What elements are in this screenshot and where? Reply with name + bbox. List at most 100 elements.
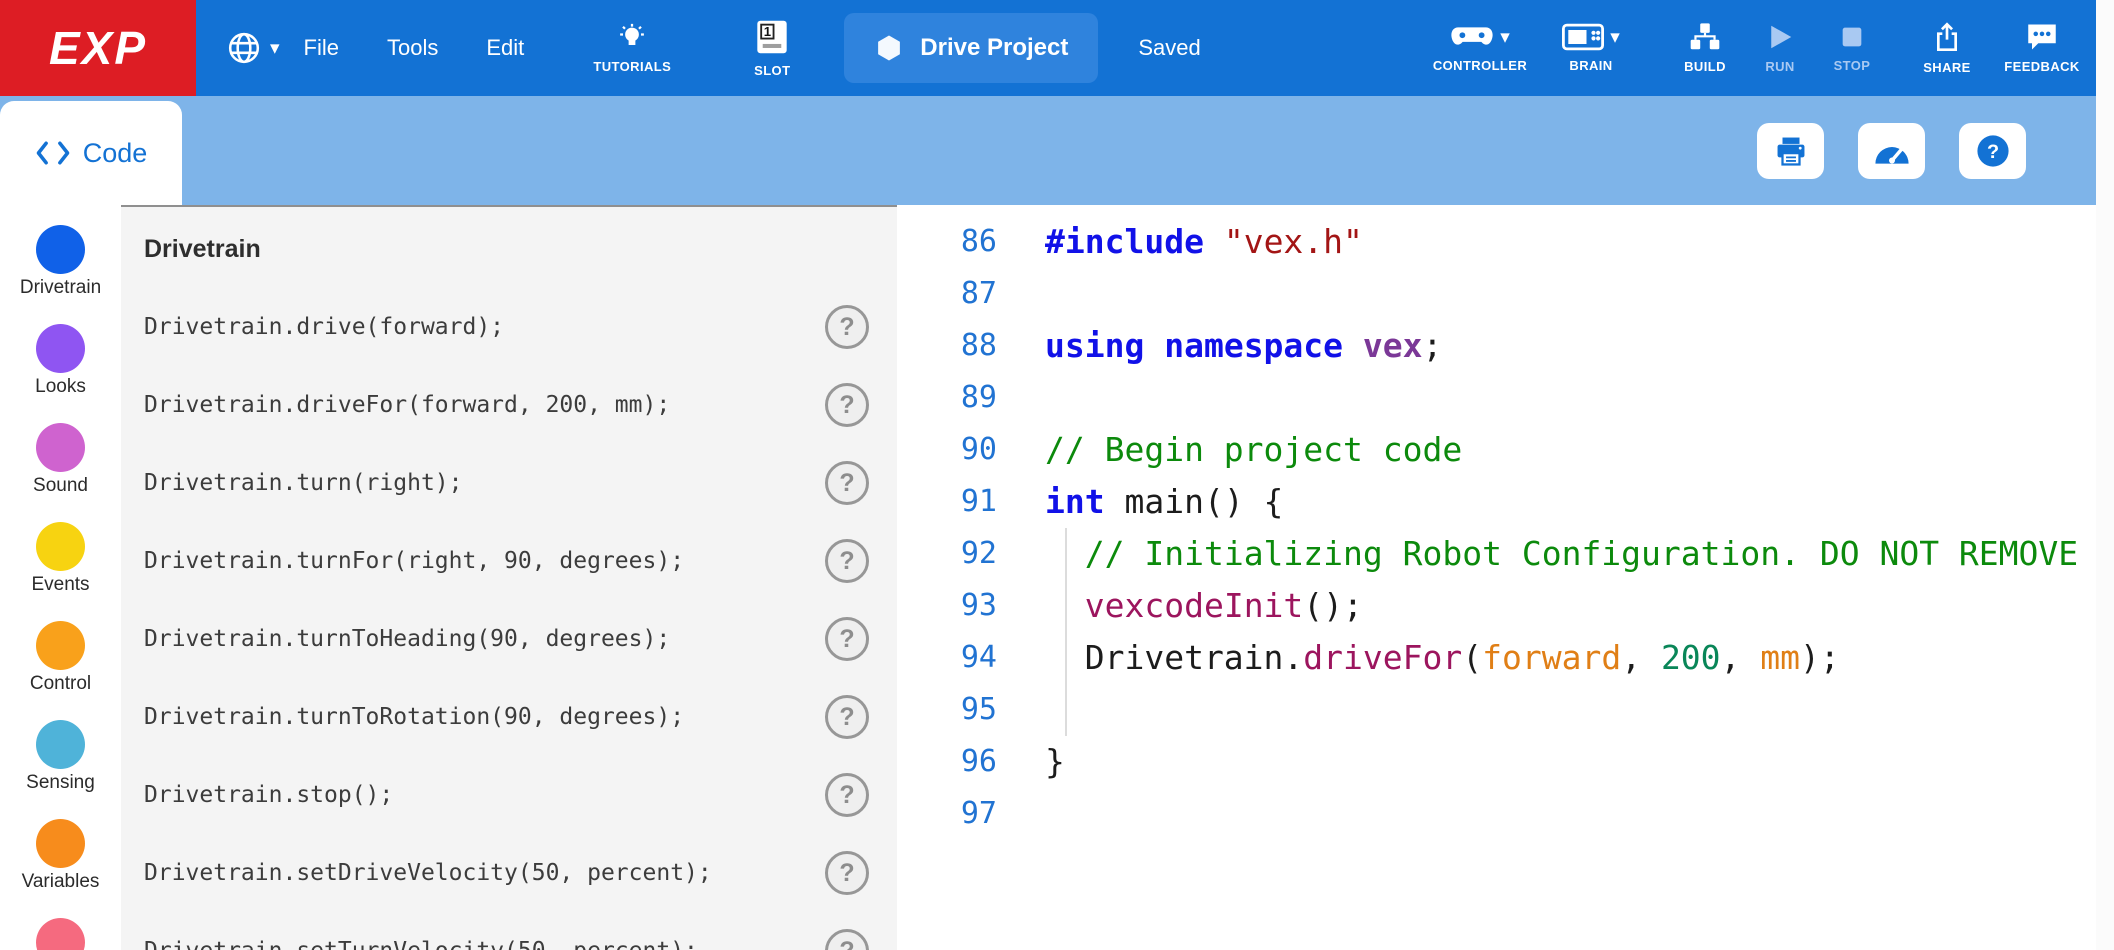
tab-code[interactable]: Code (0, 101, 182, 205)
command-help-icon: ? (839, 937, 854, 950)
command-text[interactable]: Drivetrain.driveFor(forward, 200, mm); (144, 392, 670, 418)
code-line: 87 (897, 268, 2114, 320)
tutorials-label: TUTORIALS (593, 59, 671, 74)
code-tab-icon (35, 139, 71, 167)
command-help-button[interactable]: ? (825, 929, 869, 950)
indent-guide (1065, 528, 1067, 736)
brain-button[interactable]: ▾ BRAIN (1548, 0, 1634, 96)
scrollbar-gutter[interactable] (2096, 0, 2114, 950)
tab-actions: ? (1757, 96, 2114, 205)
slot-icon: 1 (755, 18, 789, 56)
save-status: Saved (1138, 35, 1200, 61)
line-number: 90 (897, 424, 997, 476)
globe-icon (226, 30, 262, 66)
run-button[interactable]: RUN (1748, 0, 1812, 96)
command-help-icon: ? (839, 859, 854, 888)
code-editor[interactable]: 86 #include "vex.h" 87 88 using namespac… (897, 205, 2114, 950)
palette-category[interactable]: Sound (33, 423, 88, 497)
category-color-dot[interactable] (36, 225, 85, 274)
command-help-button[interactable]: ? (825, 539, 869, 583)
line-number: 87 (897, 268, 997, 320)
palette-category[interactable]: Sensing (26, 720, 95, 794)
menu-bar: File Tools Edit (280, 35, 549, 61)
category-color-dot[interactable] (36, 423, 85, 472)
palette-category[interactable] (36, 918, 85, 950)
line-number: 88 (897, 320, 997, 372)
exp-logo: EXP (0, 0, 196, 96)
code-line: 88 using namespace vex; (897, 320, 2114, 372)
code-text (997, 788, 1045, 840)
command-help-button[interactable]: ? (825, 851, 869, 895)
project-name-button[interactable]: Drive Project (844, 13, 1098, 83)
palette-category[interactable]: Control (30, 621, 91, 695)
command-text[interactable]: Drivetrain.drive(forward); (144, 314, 504, 340)
line-number: 86 (897, 216, 997, 268)
menu-edit[interactable]: Edit (462, 35, 548, 61)
category-label: Events (31, 574, 89, 596)
brain-icon (1562, 23, 1604, 51)
palette-category[interactable]: Events (31, 522, 89, 596)
tutorials-button[interactable]: TUTORIALS (576, 0, 688, 96)
command-text[interactable]: Drivetrain.turn(right); (144, 470, 463, 496)
command-list: Drivetrain.drive(forward); ? Drivetrain.… (144, 288, 897, 950)
code-line: 90 // Begin project code (897, 424, 2114, 476)
command-help-icon: ? (839, 547, 854, 576)
line-number: 95 (897, 684, 997, 736)
category-label: Variables (22, 871, 100, 893)
category-color-dot[interactable] (36, 819, 85, 868)
code-text: vexcodeInit(); (997, 580, 1363, 632)
slot-button[interactable]: 1 SLOT (740, 0, 804, 96)
code-line: 97 (897, 788, 2114, 840)
slot-label: SLOT (754, 63, 790, 78)
command-help-button[interactable]: ? (825, 383, 869, 427)
category-color-dot[interactable] (36, 621, 85, 670)
command-text[interactable]: Drivetrain.turnToRotation(90, degrees); (144, 704, 684, 730)
code-line: 92 // Initializing Robot Configuration. … (897, 528, 2114, 580)
code-line: 94 Drivetrain.driveFor(forward, 200, mm)… (897, 632, 2114, 684)
help-button[interactable]: ? (1959, 123, 2026, 179)
palette-category[interactable]: Looks (35, 324, 86, 398)
code-text: #include "vex.h" (997, 216, 1363, 268)
menu-tools[interactable]: Tools (363, 35, 462, 61)
command-text[interactable]: Drivetrain.turnFor(right, 90, degrees); (144, 548, 684, 574)
category-color-dot[interactable] (36, 918, 85, 950)
command-help-button[interactable]: ? (825, 461, 869, 505)
palette: Drivetrain Looks Sound Events Control Se… (0, 205, 121, 950)
command-help-button[interactable]: ? (825, 695, 869, 739)
printer-icon (1773, 134, 1809, 168)
menu-file[interactable]: File (280, 35, 363, 61)
language-selector[interactable]: ▾ (226, 30, 280, 66)
command-text[interactable]: Drivetrain.turnToHeading(90, degrees); (144, 626, 670, 652)
palette-category[interactable]: Variables (22, 819, 100, 893)
command-help-icon: ? (839, 703, 854, 732)
command-help-icon: ? (839, 391, 854, 420)
category-color-dot[interactable] (36, 324, 85, 373)
command-help-icon: ? (839, 313, 854, 342)
feedback-icon (2025, 22, 2059, 52)
command-help-button[interactable]: ? (825, 305, 869, 349)
palette-category[interactable]: Drivetrain (20, 225, 101, 299)
category-label: Drivetrain (20, 277, 101, 299)
command-help-button[interactable]: ? (825, 617, 869, 661)
share-button[interactable]: SHARE (1910, 0, 1984, 96)
controller-button[interactable]: ▾ CONTROLLER (1424, 0, 1536, 96)
stop-button[interactable]: STOP (1820, 0, 1884, 96)
category-color-dot[interactable] (36, 720, 85, 769)
svg-text:?: ? (1986, 141, 1998, 163)
command-text[interactable]: Drivetrain.setTurnVelocity(50, percent); (144, 938, 698, 950)
command-text[interactable]: Drivetrain.setDriveVelocity(50, percent)… (144, 860, 712, 886)
line-number: 94 (897, 632, 997, 684)
category-label: Sound (33, 475, 88, 497)
share-label: SHARE (1923, 60, 1971, 75)
command-help-button[interactable]: ? (825, 773, 869, 817)
command-row: Drivetrain.drive(forward); ? (144, 288, 897, 366)
feedback-button[interactable]: FEEDBACK (1994, 0, 2090, 96)
code-line: 91 int main() { (897, 476, 2114, 528)
print-button[interactable] (1757, 123, 1824, 179)
dashboard-button[interactable] (1858, 123, 1925, 179)
brain-label: BRAIN (1569, 58, 1612, 73)
command-text[interactable]: Drivetrain.stop(); (144, 782, 393, 808)
tab-code-label: Code (83, 138, 148, 169)
build-button[interactable]: BUILD (1668, 0, 1742, 96)
category-color-dot[interactable] (36, 522, 85, 571)
